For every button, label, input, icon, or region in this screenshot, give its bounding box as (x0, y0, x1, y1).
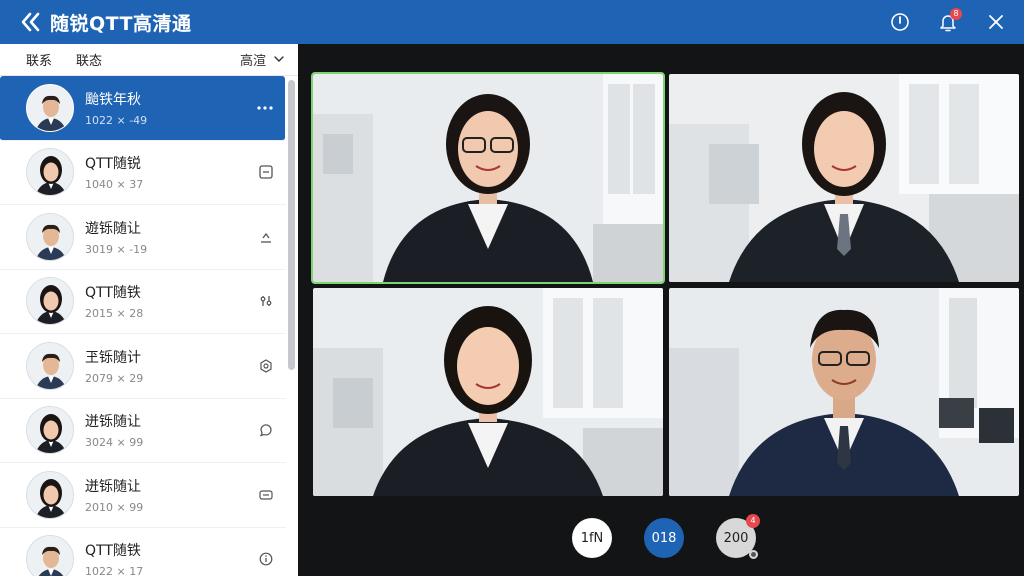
sidebar: 联系 联态 高渲 颱铁年秋 1022 ⨯ -49 QTT随锐 1040 ⨯ 37 遊铄随… (0, 44, 298, 576)
power-icon (891, 13, 909, 31)
avatar (26, 406, 74, 455)
status-dot (749, 550, 758, 559)
notification-button[interactable]: 8 (934, 8, 962, 36)
back-chevron-icon[interactable] (14, 0, 48, 44)
participant-video (313, 74, 663, 282)
participant-video (669, 74, 1019, 282)
contact-text: QTT随锐 1040 ⨯ 37 (85, 153, 143, 191)
contact-name: 迸铄随让 (85, 478, 141, 495)
contact-item[interactable]: 颱铁年秋 1022 ⨯ -49 (0, 76, 285, 141)
call-controls: 1fN 018 200 4 (298, 514, 1024, 568)
avatar (26, 470, 74, 519)
contact-subtitle: 1022 ⨯ -49 (85, 113, 148, 127)
sidebar-scrollbar[interactable] (288, 80, 295, 370)
contact-item[interactable]: 迸铄随让 2010 ⨯ 99 (0, 463, 286, 528)
contact-text: 玊铄随计 2079 ⨯ 29 (85, 347, 143, 385)
contact-name: 遊铄随让 (85, 220, 141, 237)
close-icon (989, 15, 1003, 29)
contact-item[interactable]: 遊铄随让 3019 ⨯ -19 (0, 205, 286, 270)
participant-video (669, 288, 1019, 496)
contact-text: QTT随铁 2015 ⨯ 28 (85, 282, 143, 320)
notification-badge: 8 (950, 8, 962, 20)
video-tile-4[interactable] (669, 288, 1019, 496)
contact-subtitle: 2010 ⨯ 99 (85, 500, 144, 514)
avatar (26, 535, 74, 576)
close-button[interactable] (982, 8, 1010, 36)
contact-item[interactable]: QTT随铁 1022 ⨯ 17 (0, 527, 286, 576)
contact-name: QTT随铁 (85, 543, 141, 560)
more-icon[interactable] (255, 98, 275, 118)
title-bar: 随锐QTT高清通 8 (0, 0, 1024, 44)
video-tile-2[interactable] (669, 74, 1019, 282)
camera-icon[interactable] (256, 356, 276, 376)
contact-text: QTT随铁 1022 ⨯ 17 (85, 540, 143, 576)
quality-dropdown[interactable]: 高渲 (240, 50, 284, 69)
power-button[interactable] (886, 8, 914, 36)
contact-subtitle: 2015 ⨯ 28 (85, 307, 144, 321)
title-actions: 8 (886, 0, 1010, 44)
participant-video (313, 288, 663, 496)
contact-subtitle: 2079 ⨯ 29 (85, 371, 144, 385)
contact-name: QTT随锐 (85, 156, 141, 173)
contact-name: QTT随铁 (85, 285, 141, 302)
share-icon[interactable] (256, 227, 276, 247)
tab-status[interactable]: 联态 (76, 50, 102, 69)
contact-subtitle: 1040 ⨯ 37 (85, 178, 144, 192)
tab-contacts[interactable]: 联系 (26, 50, 52, 69)
window-icon[interactable] (256, 162, 276, 182)
video-area: 1fN 018 200 4 (298, 44, 1024, 576)
contact-name: 颱铁年秋 (85, 91, 141, 108)
contact-item[interactable]: 迸铄随让 3024 ⨯ 99 (0, 398, 286, 463)
sidebar-tabs: 联系 联态 高渲 (0, 44, 298, 76)
contact-list: 颱铁年秋 1022 ⨯ -49 QTT随锐 1040 ⨯ 37 遊铄随让 3019 ⨯ -… (0, 76, 286, 576)
video-tile-1[interactable] (311, 72, 665, 284)
chevron-down-icon (274, 56, 284, 62)
control-button-3[interactable]: 200 4 (716, 514, 760, 559)
chat-icon[interactable] (256, 420, 276, 440)
contact-text: 迸铄随让 2010 ⨯ 99 (85, 476, 143, 514)
control-button-3-label: 200 (723, 530, 749, 546)
keyboard-icon[interactable] (256, 485, 276, 505)
app-window: 随锐QTT高清通 8 联系 联态 高渲 颱铁年秋 1022 ⨯ -49 QTT随… (0, 0, 1024, 576)
avatar (26, 148, 74, 197)
control-button-2[interactable]: 018 (644, 518, 684, 558)
info-icon[interactable] (256, 549, 276, 569)
contact-text: 颱铁年秋 1022 ⨯ -49 (85, 89, 147, 127)
contact-subtitle: 1022 ⨯ 17 (85, 565, 144, 576)
contact-text: 遊铄随让 3019 ⨯ -19 (85, 218, 147, 256)
avatar (26, 212, 74, 261)
contact-subtitle: 3024 ⨯ 99 (85, 436, 144, 450)
control-button-1[interactable]: 1fN (572, 518, 612, 558)
video-tile-3[interactable] (313, 288, 663, 496)
contact-name: 迸铄随让 (85, 414, 141, 431)
settings-icon[interactable] (256, 291, 276, 311)
avatar (26, 277, 74, 326)
contact-item[interactable]: QTT随锐 1040 ⨯ 37 (0, 140, 286, 205)
contact-item[interactable]: 玊铄随计 2079 ⨯ 29 (0, 334, 286, 399)
contact-item[interactable]: QTT随铁 2015 ⨯ 28 (0, 269, 286, 334)
avatar (26, 83, 74, 132)
app-title: 随锐QTT高清通 (50, 12, 192, 35)
control-badge: 4 (746, 514, 760, 528)
contact-name: 玊铄随计 (85, 349, 141, 366)
contact-subtitle: 3019 ⨯ -19 (85, 242, 148, 256)
avatar (26, 341, 74, 390)
contact-text: 迸铄随让 3024 ⨯ 99 (85, 411, 143, 449)
quality-label: 高渲 (239, 54, 266, 69)
